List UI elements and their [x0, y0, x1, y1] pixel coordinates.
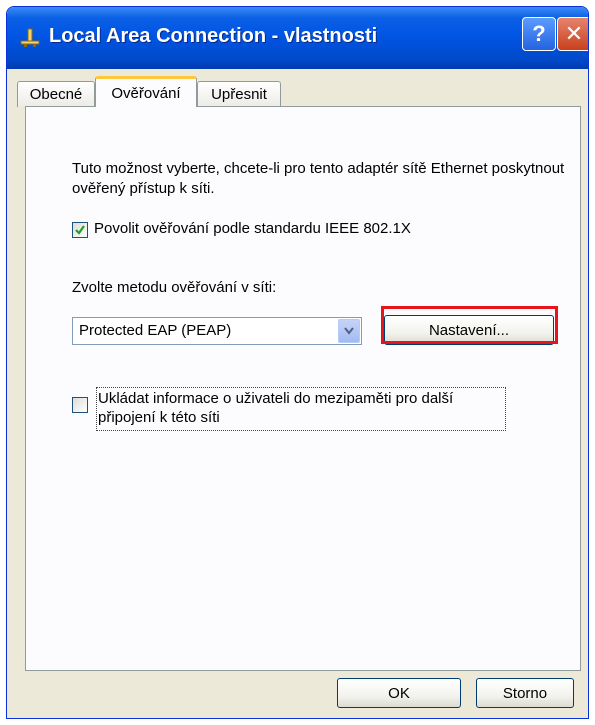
checkmark-icon — [75, 225, 85, 235]
auth-method-value: Protected EAP (PEAP) — [79, 322, 232, 339]
enable-8021x-checkbox[interactable] — [72, 222, 88, 238]
enable-8021x-label[interactable]: Povolit ověřování podle standardu IEEE 8… — [94, 220, 411, 237]
method-label: Zvolte metodu ověřování v síti: — [72, 279, 277, 296]
cache-user-info-checkbox[interactable] — [72, 397, 88, 413]
settings-button[interactable]: Nastavení... — [384, 315, 554, 345]
chevron-down-icon[interactable] — [338, 319, 360, 343]
tab-advanced[interactable]: Upřesnit — [197, 81, 281, 107]
cancel-button[interactable]: Storno — [476, 678, 574, 708]
properties-dialog: Local Area Connection - vlastnosti ? ✕ O… — [6, 6, 589, 719]
authentication-panel: Tuto možnost vyberte, chcete-li pro tent… — [25, 106, 581, 671]
close-button[interactable]: ✕ — [557, 17, 588, 51]
network-connection-icon — [20, 28, 40, 47]
description-text: Tuto možnost vyberte, chcete-li pro tent… — [72, 160, 565, 197]
title-bar[interactable]: Local Area Connection - vlastnosti ? ✕ — [7, 7, 588, 69]
tab-general[interactable]: Obecné — [17, 81, 95, 107]
help-button[interactable]: ? — [522, 17, 556, 51]
tab-authentication[interactable]: Ověřování — [95, 76, 197, 107]
focus-rectangle — [96, 387, 506, 431]
ok-button[interactable]: OK — [337, 678, 461, 708]
auth-method-select[interactable]: Protected EAP (PEAP) — [72, 317, 362, 345]
window-title: Local Area Connection - vlastnosti — [49, 25, 378, 47]
